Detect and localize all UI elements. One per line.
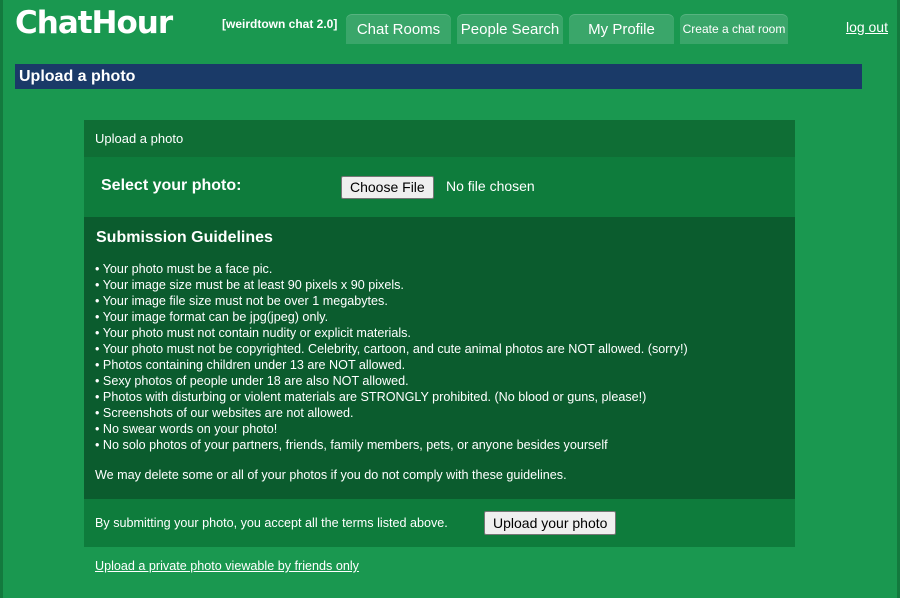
tab-chat-rooms[interactable]: Chat Rooms bbox=[346, 14, 451, 44]
logo-text: ChatHour bbox=[15, 5, 173, 41]
file-status: No file chosen bbox=[446, 178, 535, 194]
guideline-item: Your photo must not be copyrighted. Cele… bbox=[95, 341, 784, 357]
select-photo-row: Select your photo: Choose File No file c… bbox=[84, 157, 795, 217]
guideline-item: Photos with disturbing or violent materi… bbox=[95, 389, 784, 405]
panel-heading: Upload a photo bbox=[84, 120, 795, 157]
tab-people-search[interactable]: People Search bbox=[457, 14, 563, 44]
guideline-item: No swear words on your photo! bbox=[95, 421, 784, 437]
choose-file-button[interactable]: Choose File bbox=[341, 176, 434, 199]
page-title: Upload a photo bbox=[15, 64, 862, 89]
private-photo-link[interactable]: Upload a private photo viewable by frien… bbox=[95, 559, 359, 573]
terms-text: By submitting your photo, you accept all… bbox=[95, 516, 448, 530]
guideline-item: Photos containing children under 13 are … bbox=[95, 357, 784, 373]
upload-photo-button[interactable]: Upload your photo bbox=[484, 511, 617, 535]
guideline-item: Sexy photos of people under 18 are also … bbox=[95, 373, 784, 389]
site-tag: [weirdtown chat 2.0] bbox=[222, 17, 338, 31]
tab-my-profile[interactable]: My Profile bbox=[569, 14, 674, 44]
chathour-logo[interactable]: ChatHour bbox=[15, 4, 173, 42]
guideline-item: Your photo must be a face pic. bbox=[95, 261, 784, 277]
compliance-warning: We may delete some or all of your photos… bbox=[95, 468, 567, 482]
guideline-item: Your photo must not contain nudity or ex… bbox=[95, 325, 784, 341]
guidelines-list: Your photo must be a face pic. Your imag… bbox=[95, 261, 784, 453]
guideline-item: Screenshots of our websites are not allo… bbox=[95, 405, 784, 421]
guideline-item: Your image format can be jpg(jpeg) only. bbox=[95, 309, 784, 325]
guideline-item: No solo photos of your partners, friends… bbox=[95, 437, 784, 453]
guideline-item: Your image file size must not be over 1 … bbox=[95, 293, 784, 309]
upload-panel: Upload a photo Select your photo: Choose… bbox=[84, 120, 795, 547]
guideline-item: Your image size must be at least 90 pixe… bbox=[95, 277, 784, 293]
left-border bbox=[0, 0, 3, 598]
guidelines-title: Submission Guidelines bbox=[96, 229, 273, 246]
select-photo-label: Select your photo: bbox=[101, 177, 242, 194]
submit-row: By submitting your photo, you accept all… bbox=[84, 499, 795, 547]
submission-guidelines: Submission Guidelines Your photo must be… bbox=[84, 217, 795, 499]
tab-create-chat-room[interactable]: Create a chat room bbox=[680, 14, 788, 44]
logout-link[interactable]: log out bbox=[846, 19, 888, 35]
